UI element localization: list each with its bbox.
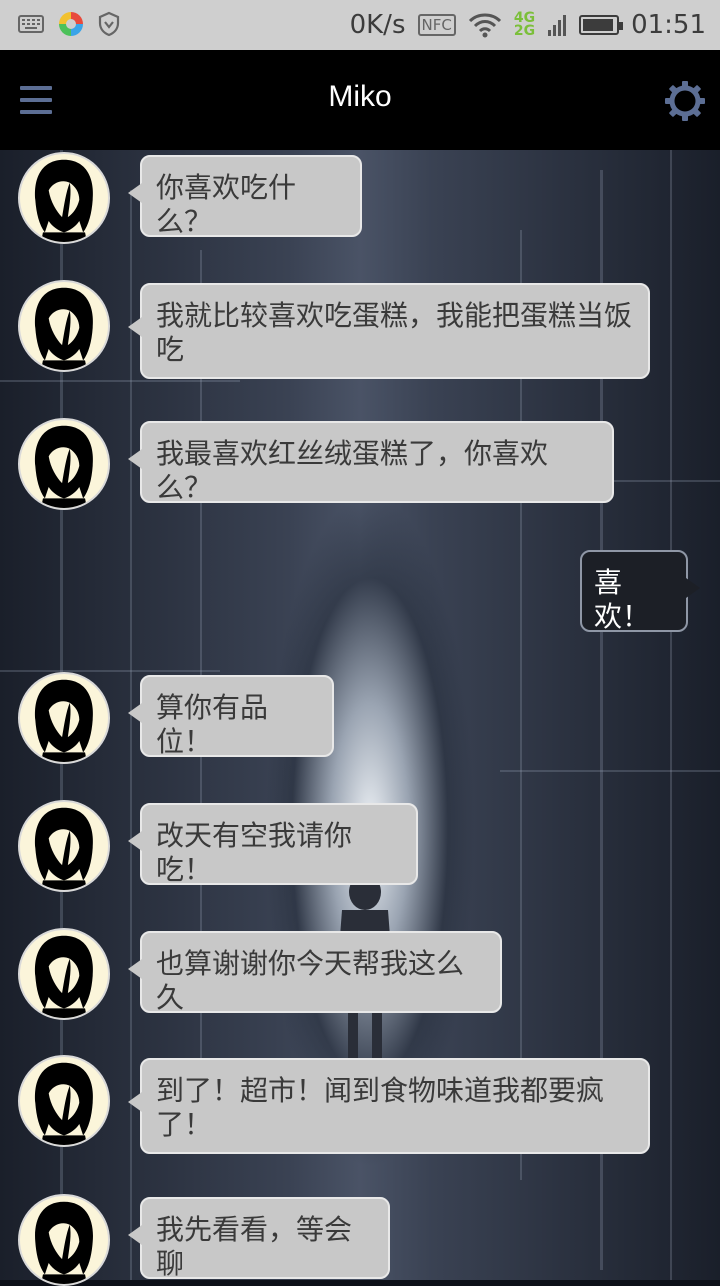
wifi-icon	[468, 13, 501, 38]
app-toolbar: Miko	[0, 50, 720, 150]
message-bubble-received[interactable]: 也算谢谢你今天帮我这么久	[128, 931, 502, 1014]
message-bubble-sent[interactable]: 喜欢！	[580, 550, 700, 633]
status-right: 0K/s NFC 4G 2G 01:51	[350, 0, 706, 50]
battery-level	[583, 19, 614, 31]
network-2g-label: 2G	[513, 23, 536, 39]
color-wheel-icon	[59, 12, 83, 36]
chat-title: Miko	[328, 80, 392, 113]
avatar[interactable]	[18, 1194, 110, 1286]
message-bubble-received[interactable]: 我先看看，等会聊	[128, 1197, 390, 1280]
avatar[interactable]	[18, 928, 110, 1020]
avatar[interactable]	[18, 800, 110, 892]
avatar[interactable]	[18, 672, 110, 764]
avatar[interactable]	[18, 418, 110, 510]
message-bubble-received[interactable]: 改天有空我请你吃！	[128, 803, 418, 886]
avatar[interactable]	[18, 1055, 110, 1147]
avatar[interactable]	[18, 280, 110, 372]
battery-icon	[579, 15, 624, 35]
avatar[interactable]	[18, 152, 110, 244]
network-speed: 0K/s	[349, 10, 406, 40]
network-type: 4G 2G	[513, 11, 536, 39]
shield-icon	[98, 11, 120, 37]
nfc-icon: NFC	[417, 14, 456, 36]
clock: 01:51	[631, 10, 706, 40]
signal-icon	[548, 15, 567, 36]
keyboard-icon	[18, 15, 44, 33]
message-bubble-received[interactable]: 我最喜欢红丝绒蛋糕了，你喜欢么？	[128, 421, 614, 504]
message-bubble-received[interactable]: 我就比较喜欢吃蛋糕，我能把蛋糕当饭吃	[128, 283, 650, 379]
message-bubble-received[interactable]: 你喜欢吃什么？	[128, 155, 362, 238]
status-left-icons	[18, 11, 120, 37]
status-bar: 0K/s NFC 4G 2G 01:51	[0, 0, 720, 50]
message-bubble-received[interactable]: 到了！超市！闻到食物味道我都要疯了！	[128, 1058, 650, 1154]
gear-icon[interactable]	[664, 80, 706, 122]
message-bubble-received[interactable]: 算你有品位！	[128, 675, 334, 758]
